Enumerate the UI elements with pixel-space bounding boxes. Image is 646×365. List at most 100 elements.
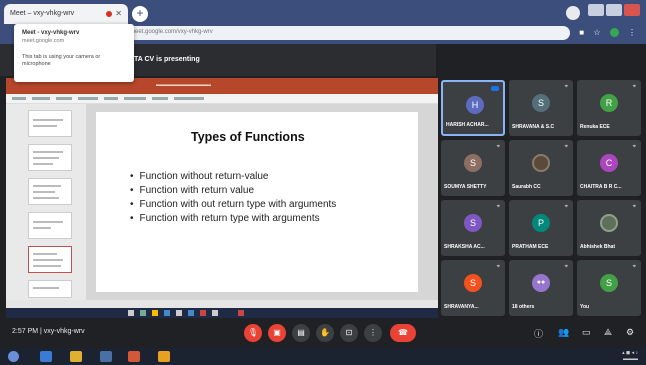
presenter-taskbar — [6, 308, 438, 318]
slide-thumbnail-selected[interactable] — [28, 246, 72, 273]
slide-bullet: Function with return type with arguments — [130, 212, 336, 226]
participant-photo — [600, 214, 618, 232]
camera-indicator-icon[interactable]: ■ — [579, 28, 584, 37]
activities-icon[interactable]: ⟁ — [604, 327, 612, 338]
profile-avatar[interactable] — [566, 6, 580, 20]
slide-thumbnail[interactable] — [28, 212, 72, 239]
new-tab-button[interactable]: + — [132, 6, 148, 22]
captions-icon[interactable]: ▤ — [292, 324, 310, 342]
browser-toolbar-icons: ■ ☆ ⋮ — [572, 28, 636, 38]
others-tile[interactable]: ⌖ ●● 18 others — [509, 260, 573, 316]
pin-icon[interactable]: ⌖ — [565, 144, 568, 151]
participant-tile[interactable]: ⌖ Abhishek Bhat — [577, 200, 641, 256]
hover-card-domain: meet.google.com — [22, 38, 65, 44]
pin-icon[interactable]: ⌖ — [565, 264, 568, 271]
chrome-app-icon[interactable] — [158, 351, 170, 362]
os-taskbar: ▴ ◼ ◂ ♪ ▬▬▬ — [0, 348, 646, 365]
mic-off-icon[interactable]: 🎙 — [244, 324, 262, 342]
present-icon[interactable]: ⊡ — [340, 324, 358, 342]
people-icon[interactable]: 👥 — [558, 327, 569, 338]
participant-tile[interactable]: H HARISH ACHAR... — [441, 80, 505, 136]
pin-icon[interactable]: ⌖ — [497, 144, 500, 151]
maximize-button[interactable] — [606, 4, 622, 16]
more-options-icon[interactable]: ⋮ — [364, 324, 382, 342]
camera-off-icon[interactable]: ▣ — [268, 324, 286, 342]
participant-avatar: S — [464, 154, 482, 172]
meeting-time: 2:57 PM — [12, 328, 39, 335]
menu-icon[interactable]: ⋮ — [628, 28, 636, 37]
powerpoint-app-icon[interactable] — [128, 351, 140, 362]
extension-icon[interactable] — [609, 28, 619, 38]
pin-icon[interactable]: ⌖ — [633, 264, 636, 271]
participant-name: PRATHAM ECE — [512, 244, 549, 250]
participant-name: SHRAVANYA... — [444, 304, 479, 310]
participant-photo — [532, 154, 550, 172]
folder-app-icon[interactable] — [70, 351, 82, 362]
slide-thumbnail[interactable] — [28, 110, 72, 137]
app-icon[interactable] — [100, 351, 112, 362]
participant-avatar: S — [464, 214, 482, 232]
slide-thumbnail[interactable] — [28, 178, 72, 205]
pin-icon[interactable]: ⌖ — [633, 84, 636, 91]
participant-tile[interactable]: ⌖ Saurabh CC — [509, 140, 573, 196]
presenting-label: TA CV is presenting — [134, 56, 200, 63]
participant-avatar: R — [600, 94, 618, 112]
participant-tile[interactable]: ⌖ C CHAITRA B R C... — [577, 140, 641, 196]
pin-icon[interactable]: ⌖ — [565, 204, 568, 211]
participant-avatar: C — [600, 154, 618, 172]
meeting-code: vxy-vhkg-wrv — [43, 328, 85, 335]
self-tile[interactable]: ⌖ S You — [577, 260, 641, 316]
participant-avatar: S — [464, 274, 482, 292]
meeting-info: 2:57 PM | vxy-vhkg-wrv — [12, 328, 85, 335]
pin-icon[interactable]: ⌖ — [633, 144, 636, 151]
participant-tile[interactable]: ⌖ S SHRAKSHA AC... — [441, 200, 505, 256]
tab-hover-card: Meet - vxy-vhkg-wrv meet.google.com This… — [14, 24, 134, 82]
participant-name: Abhishek Bhat — [580, 244, 616, 250]
pin-icon[interactable]: ⌖ — [497, 264, 500, 271]
participant-name: SHRAKSHA AC... — [444, 244, 485, 250]
host-controls-icon[interactable]: ⚙ — [626, 327, 634, 338]
tab-title: Meet – vxy-vhkg-wrv — [10, 10, 75, 17]
current-slide: Types of Functions Function without retu… — [96, 112, 418, 292]
close-window-button[interactable] — [624, 4, 640, 16]
star-icon[interactable]: ☆ — [593, 28, 600, 37]
powerpoint-statusbar — [6, 300, 438, 308]
powerpoint-ribbon — [6, 94, 438, 104]
others-avatar-group: ●● — [532, 274, 550, 292]
others-count: 18 others — [512, 304, 535, 310]
minimize-button[interactable] — [588, 4, 604, 16]
slide-bullet: Function without return-value — [130, 170, 336, 184]
pin-icon[interactable]: ⌖ — [633, 204, 636, 211]
slide-bullet-list: Function without return-value Function w… — [130, 170, 337, 226]
slide-thumbnail[interactable] — [28, 144, 72, 171]
participant-tile[interactable]: ⌖ P PRATHAM ECE — [509, 200, 573, 256]
participant-avatar: S — [532, 94, 550, 112]
chat-icon[interactable]: ▭ — [582, 327, 591, 338]
info-icon[interactable]: ⓘ — [534, 327, 543, 340]
participant-name: You — [580, 304, 590, 310]
pin-icon[interactable]: ⌖ — [497, 204, 500, 211]
participant-avatar: S — [600, 274, 618, 292]
participant-tile[interactable]: ⌖ S SHRAVANYA... — [441, 260, 505, 316]
shared-screen: ▬▬▬▬▬▬▬▬▬▬▬ Types of Functions Function … — [6, 78, 438, 318]
browser-tab[interactable]: Meet – vxy-vhkg-wrv ✕ — [4, 4, 128, 24]
slide-bullet: Function with out return type with argum… — [130, 198, 337, 212]
speaking-indicator-icon — [491, 86, 499, 91]
participant-name: SOUMYA SHETTY — [444, 184, 487, 190]
slide-thumbnail[interactable] — [28, 280, 72, 298]
browser-app-icon[interactable] — [40, 351, 52, 362]
hover-card-title: Meet - vxy-vhkg-wrv — [22, 30, 80, 36]
participant-name: Renuka ECE — [580, 124, 610, 130]
slide-title: Types of Functions — [191, 130, 305, 144]
participant-tile[interactable]: ⌖ R Renuka ECE — [577, 80, 641, 136]
url-text: meet.google.com/vxy-vhkg-wrv — [130, 29, 213, 35]
pin-icon[interactable]: ⌖ — [565, 84, 568, 91]
start-icon[interactable] — [8, 351, 19, 362]
participant-name: CHAITRA B R C... — [580, 184, 622, 190]
participant-tile[interactable]: ⌖ S SHRAVANA & S.C — [509, 80, 573, 136]
raise-hand-icon[interactable]: ✋ — [316, 324, 334, 342]
address-bar[interactable]: meet.google.com/vxy-vhkg-wrv — [110, 26, 570, 40]
participant-tile[interactable]: ⌖ S SOUMYA SHETTY — [441, 140, 505, 196]
close-tab-icon[interactable]: ✕ — [115, 9, 122, 18]
end-call-icon[interactable]: ☎ — [390, 324, 416, 342]
